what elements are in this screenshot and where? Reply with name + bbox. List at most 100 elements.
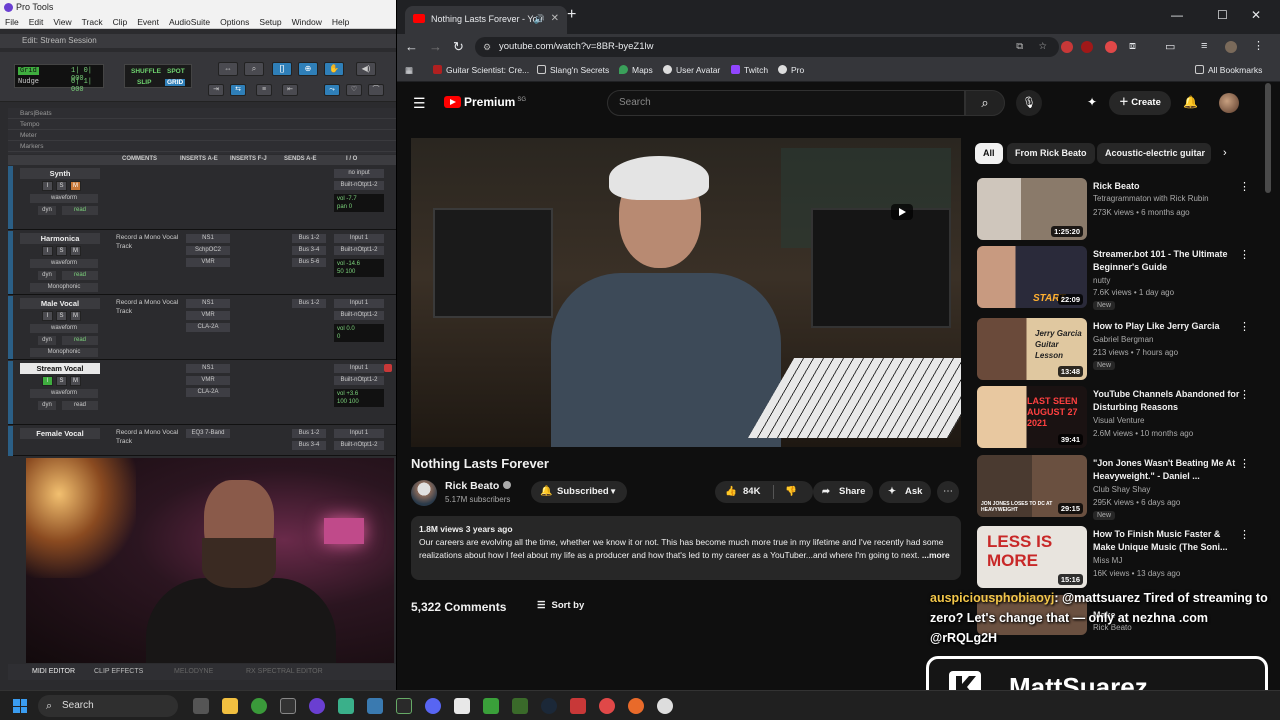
tab-midi-editor[interactable]: MIDI EDITOR [32,668,75,675]
subscribed-button[interactable]: 🔔 Subscribed ▼ [531,481,627,503]
track-stream-vocal[interactable]: Stream Vocal I S M waveform dyn read NS1 … [8,361,396,425]
chrome-taskbar-icon[interactable] [251,698,267,714]
speaker-tool-icon[interactable]: ◀) [356,62,376,76]
mode-shuffle[interactable]: SHUFFLE [131,68,161,75]
grid-nudge-display[interactable]: Grid 1| 0| 000 Nudge 0| 1| 000 [14,64,104,94]
recommendation-channel[interactable]: Visual Venture [1093,416,1144,425]
menu-audiosuite[interactable]: AudioSuite [169,15,210,28]
automation-mode[interactable]: read [62,336,98,345]
input-monitor-button[interactable]: I [42,181,53,191]
video-thumbnail[interactable]: START 22:09 [977,246,1087,308]
io-output[interactable]: Built-nOtpt1-2 [334,376,384,385]
bookmark-maps[interactable]: Maps [619,65,653,75]
browser-tab-active[interactable]: Nothing Lasts Forever - You 🔊 ✕ [405,6,567,34]
ask-button[interactable]: ✦ Ask [879,481,931,503]
recommendation-channel[interactable]: nutty [1093,276,1110,285]
insert-c[interactable]: CLA-2A [186,323,230,332]
more-options-icon[interactable]: ⋮ [1239,388,1250,401]
mode-spot[interactable]: SPOT [167,68,185,75]
youtube-search-input[interactable]: Search [607,90,965,116]
app-taskbar-icon-1[interactable] [280,698,296,714]
volume-pan-display[interactable]: vol 0.0 0 [334,324,384,342]
bookmark-pro[interactable]: Pro [778,65,804,75]
recommendation-item[interactable]: LAST SEEN AUGUST 27 2021 39:41 YouTube C… [977,386,1267,452]
mirrored-midi-icon[interactable]: ⇤ [282,84,298,96]
bookmark-star-icon[interactable]: ☆ [1038,37,1047,57]
recommendation-item[interactable]: Jerry Garcia Guitar Lesson 13:48 How to … [977,318,1267,384]
solo-button[interactable]: S [56,311,67,321]
tab-to-transient-icon[interactable]: ⇥ [208,84,224,96]
apps-grid-icon[interactable]: ▦ [405,65,413,76]
dyn-button[interactable]: dyn [38,271,56,280]
more-actions-icon[interactable]: ⋯ [937,481,959,503]
io-output[interactable]: Built-nOtpt1-2 [334,441,384,450]
io-output[interactable]: Built-nOtpt1-2 [334,311,384,320]
input-monitor-button[interactable]: I [42,246,53,256]
track-name[interactable]: Male Vocal [20,298,100,309]
tab-audio-icon[interactable]: 🔊 [534,6,545,32]
voice-search-mic-icon[interactable]: 🎙 [1016,90,1042,116]
input-monitor-button[interactable]: I [42,311,53,321]
page-scrollbar[interactable] [1265,83,1271,193]
recommendation-channel[interactable]: Tetragrammaton with Rick Rubin [1093,194,1209,203]
send-a[interactable]: Bus 1-2 [292,234,326,243]
track-view-selector[interactable]: waveform [30,324,98,333]
recommendation-item[interactable]: LESS IS MORE 15:16 How To Finish Music F… [977,526,1267,592]
app-taskbar-icon-6[interactable] [570,698,586,714]
insert-b[interactable]: VMR [186,376,230,385]
forward-button[interactable]: → [429,39,442,54]
xbox-icon[interactable] [483,698,499,714]
taskbar-search[interactable]: ⌕ Search [38,695,178,717]
recommendation-title[interactable]: How To Finish Music Faster & Make Unique… [1093,528,1243,554]
profile-avatar-icon[interactable] [1225,41,1237,53]
solo-button[interactable]: S [56,181,67,191]
track-harmonica[interactable]: Harmonica I S M waveform dyn read Monopho… [8,231,396,295]
recommendation-channel[interactable]: Miss MJ [1093,556,1122,565]
automation-mode[interactable]: read [62,271,98,280]
new-tab-button[interactable]: + [567,6,576,24]
solo-button[interactable]: S [56,246,67,256]
track-comment[interactable]: Record a Mono Vocal Track [116,233,182,251]
sort-by-button[interactable]: ☰ Sort by [537,600,584,611]
bookmark-slangn-secrets[interactable]: Slang'n Secrets [537,65,609,75]
playables-icon[interactable]: ✦ [1087,95,1097,109]
windows-start-icon[interactable] [13,699,27,713]
menu-event[interactable]: Event [137,15,159,28]
send-b[interactable]: Bus 3-4 [292,441,326,450]
track-name[interactable]: Synth [20,168,100,179]
mute-button[interactable]: M [70,246,81,256]
io-input[interactable]: Input 1 [334,429,384,438]
track-male-vocal[interactable]: Male Vocal I S M waveform dyn read Monoph… [8,296,396,360]
url-bar[interactable]: ⚙ youtube.com/watch?v=8BR-byeZ1lw ⧉ ☆ [475,37,1059,57]
more-options-icon[interactable]: ⋮ [1239,248,1250,261]
ruler-tempo[interactable]: Tempo [8,119,396,130]
install-app-icon[interactable]: ⧉ [1016,37,1023,57]
insert-b[interactable]: SchpOC2 [186,246,230,255]
edit-mode-selector[interactable]: SHUFFLE SPOT SLIP GRID [124,64,192,88]
menu-view[interactable]: View [53,15,71,28]
send-b[interactable]: Bus 3-4 [292,246,326,255]
video-thumbnail[interactable]: LESS IS MORE 15:16 [977,526,1087,588]
solo-button[interactable]: S [56,376,67,386]
track-name[interactable]: Harmonica [20,233,100,244]
more-options-icon[interactable]: ⋮ [1239,528,1250,541]
trim-tool-icon[interactable]: [] [272,62,292,76]
description-box[interactable]: 1.8M views 3 years ago Our careers are e… [411,516,961,580]
recommendation-channel[interactable]: Gabriel Bergman [1093,335,1153,344]
grabber-tool-icon[interactable]: ✋ [324,62,344,76]
insert-a[interactable]: NS1 [186,364,230,373]
insert-b[interactable]: VMR [186,311,230,320]
discord-icon[interactable] [425,698,441,714]
bookmark-twitch[interactable]: Twitch [731,65,768,75]
tab-rx-spectral-editor[interactable]: RX SPECTRAL EDITOR [246,668,323,675]
create-button[interactable]: ＋ Create [1109,91,1171,115]
extension-icon-2[interactable] [1081,41,1093,53]
app-taskbar-icon-5[interactable] [454,698,470,714]
io-input[interactable]: Input 1 [334,364,384,373]
app-taskbar-icon-8[interactable] [628,698,644,714]
automation-follows-icon[interactable]: ⤳ [324,84,340,96]
app-taskbar-icon-4[interactable] [396,698,412,714]
bookmark-guitar-scientist[interactable]: Guitar Scientist: Cre... [433,65,529,75]
recommendation-item[interactable]: START 22:09 Streamer.bot 101 - The Ultim… [977,246,1267,312]
volume-pan-display[interactable]: vol -14.6 50 100 [334,259,384,277]
